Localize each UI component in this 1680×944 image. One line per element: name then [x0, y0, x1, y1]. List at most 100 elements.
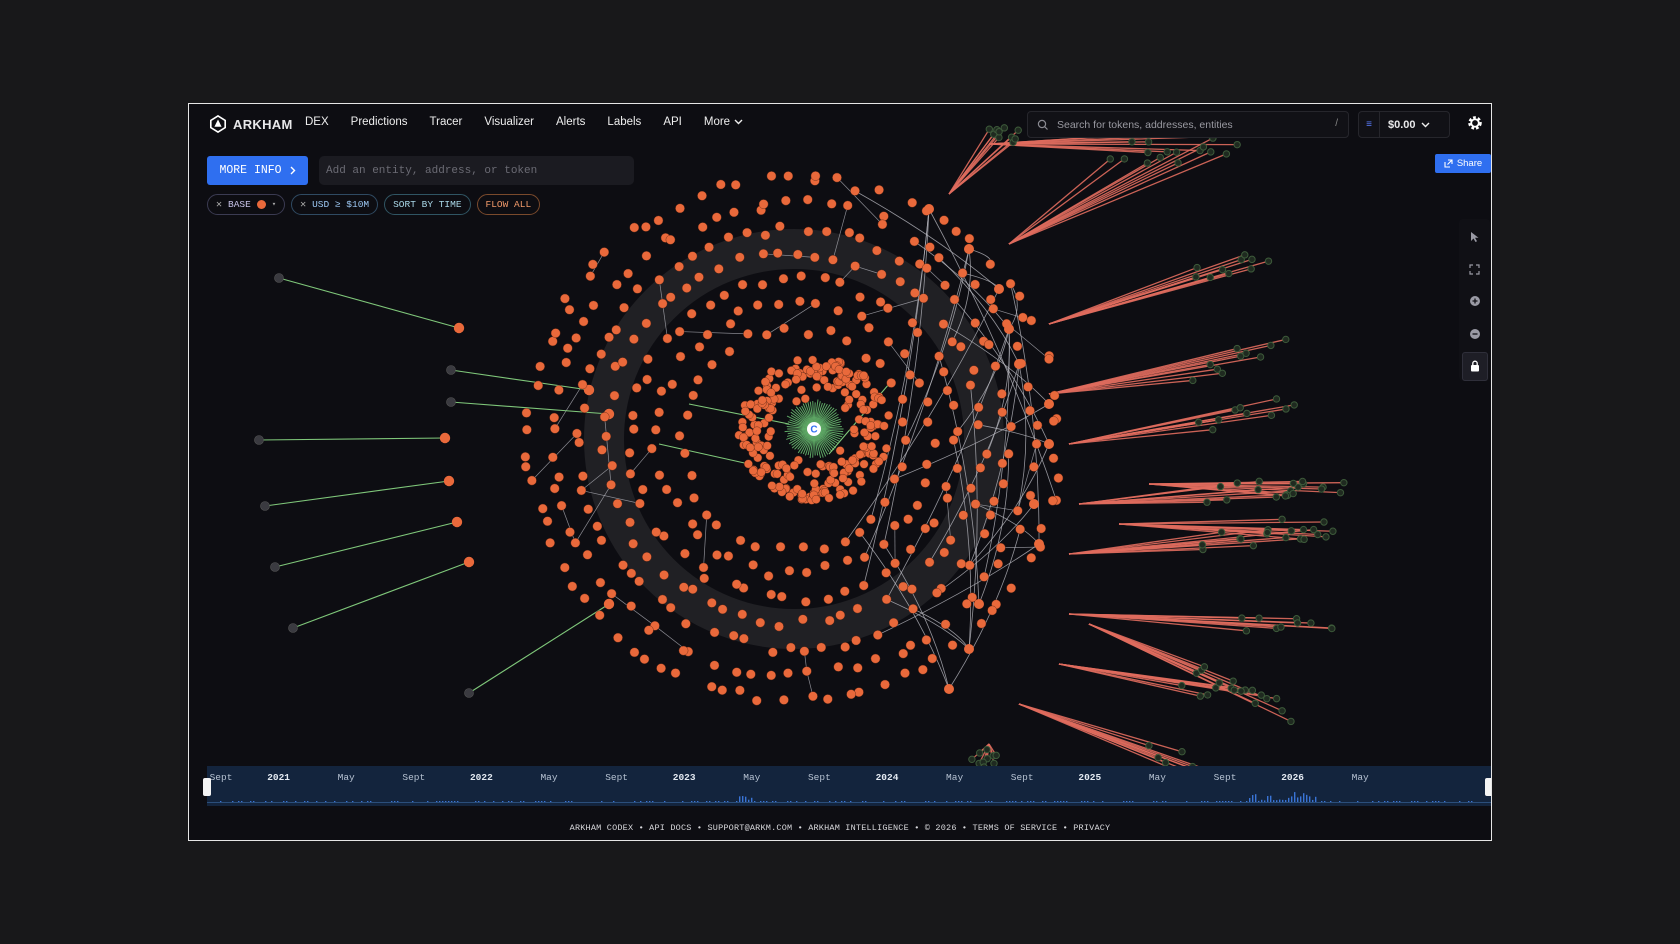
orange-node[interactable]: [795, 296, 805, 307]
orange-node[interactable]: [1029, 499, 1039, 509]
orange-node[interactable]: [964, 233, 975, 244]
orange-node[interactable]: [786, 642, 796, 653]
orange-node[interactable]: [942, 385, 953, 396]
orange-node[interactable]: [681, 618, 691, 629]
orange-node[interactable]: [924, 557, 935, 568]
orange-node[interactable]: [918, 664, 928, 675]
orange-node[interactable]: [768, 647, 778, 658]
orange-node[interactable]: [985, 294, 996, 305]
orange-node[interactable]: [583, 504, 594, 515]
dark-green-node[interactable]: [1322, 533, 1330, 541]
orange-node[interactable]: [560, 562, 570, 573]
orange-node[interactable]: [775, 482, 784, 492]
orange-node[interactable]: [522, 424, 532, 435]
dark-green-node[interactable]: [1196, 692, 1205, 700]
orange-node[interactable]: [942, 493, 953, 503]
orange-node[interactable]: [779, 695, 789, 705]
orange-node[interactable]: [629, 647, 640, 658]
orange-node[interactable]: [609, 390, 620, 401]
orange-node[interactable]: [883, 337, 894, 347]
orange-node[interactable]: [898, 648, 909, 659]
dark-green-node[interactable]: [1290, 401, 1298, 409]
orange-node[interactable]: [760, 230, 771, 241]
dark-green-node[interactable]: [1287, 717, 1295, 726]
dark-green-node[interactable]: [1206, 360, 1214, 369]
orange-node[interactable]: [576, 485, 587, 496]
orange-node[interactable]: [1049, 390, 1060, 401]
orange-node[interactable]: [656, 663, 666, 674]
orange-node[interactable]: [993, 559, 1003, 569]
orange-node[interactable]: [833, 305, 843, 316]
brand-logo[interactable]: ARKHAM: [209, 115, 293, 133]
orange-node[interactable]: [940, 619, 951, 630]
orange-node[interactable]: [970, 318, 981, 328]
orange-node[interactable]: [735, 685, 745, 696]
orange-node[interactable]: [882, 444, 891, 453]
dark-green-node[interactable]: [1198, 541, 1207, 549]
orange-node[interactable]: [764, 413, 774, 423]
orange-node[interactable]: [687, 584, 698, 594]
timeline-start-handle[interactable]: [203, 778, 211, 796]
orange-node[interactable]: [851, 635, 861, 646]
share-button[interactable]: Share: [1435, 154, 1491, 173]
orange-node[interactable]: [881, 567, 891, 578]
orange-node[interactable]: [716, 179, 726, 190]
orange-node[interactable]: [864, 322, 874, 333]
orange-node[interactable]: [989, 496, 999, 507]
orange-node[interactable]: [723, 232, 734, 242]
orange-node[interactable]: [731, 667, 742, 678]
orange-node[interactable]: [723, 551, 734, 561]
orange-node[interactable]: [870, 431, 880, 441]
chip-usd-filter[interactable]: ✕ USD ≥ $10M: [291, 194, 379, 215]
orange-node[interactable]: [665, 602, 676, 613]
orange-node[interactable]: [890, 558, 900, 569]
dark-green-node[interactable]: [968, 755, 976, 764]
timeline-scrubber[interactable]: Sept 2021 May Sept 2022 May Sept 2023 May Sept 202…: [203, 766, 1491, 806]
orange-node[interactable]: [920, 523, 931, 534]
orange-node[interactable]: [932, 588, 942, 598]
orange-node[interactable]: [628, 410, 638, 421]
orange-node[interactable]: [680, 448, 690, 459]
dark-green-node[interactable]: [1209, 425, 1217, 434]
orange-node[interactable]: [678, 645, 689, 656]
orange-node[interactable]: [733, 306, 743, 316]
orange-node[interactable]: [837, 457, 847, 467]
orange-node[interactable]: [592, 521, 603, 532]
orange-node[interactable]: [850, 261, 860, 271]
orange-node[interactable]: [739, 432, 748, 442]
orange-node[interactable]: [643, 354, 653, 364]
orange-node[interactable]: [740, 406, 750, 416]
dark-green-node[interactable]: [1255, 477, 1263, 486]
dark-green-node[interactable]: [1206, 273, 1214, 282]
center-node-label[interactable]: C: [810, 425, 817, 436]
orange-node[interactable]: [800, 394, 810, 404]
dark-green-node[interactable]: [1233, 479, 1241, 487]
orange-node[interactable]: [674, 326, 685, 337]
orange-node[interactable]: [920, 478, 931, 488]
more-info-button[interactable]: MORE INFO: [207, 156, 308, 185]
nav-item-predictions[interactable]: Predictions: [351, 116, 408, 128]
orange-node[interactable]: [725, 319, 736, 329]
orange-node[interactable]: [783, 171, 794, 181]
orange-node[interactable]: [1044, 399, 1054, 409]
orange-node[interactable]: [753, 442, 763, 452]
orange-node[interactable]: [588, 259, 598, 270]
orange-node[interactable]: [578, 316, 589, 327]
orange-node[interactable]: [803, 226, 814, 237]
orange-node[interactable]: [672, 497, 683, 508]
dark-green-node[interactable]: [1242, 349, 1250, 357]
orange-node[interactable]: [729, 207, 739, 218]
orange-node[interactable]: [599, 247, 610, 257]
orange-node[interactable]: [629, 424, 639, 434]
orange-node[interactable]: [781, 195, 791, 206]
dark-green-node[interactable]: [1277, 623, 1285, 631]
orange-node[interactable]: [869, 449, 879, 458]
dark-green-node[interactable]: [1248, 255, 1256, 264]
orange-node[interactable]: [730, 180, 741, 190]
orange-node[interactable]: [914, 378, 925, 388]
dark-node[interactable]: [464, 688, 474, 698]
orange-node[interactable]: [775, 221, 785, 232]
orange-node[interactable]: [779, 323, 789, 334]
orange-node[interactable]: [561, 357, 572, 368]
orange-node[interactable]: [628, 538, 638, 549]
